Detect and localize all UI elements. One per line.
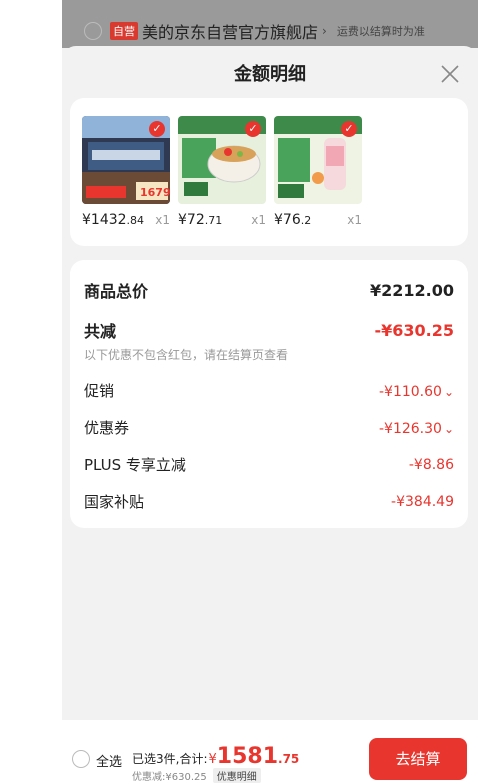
coupon-label: 优惠券 (84, 419, 130, 437)
coupon-value-wrap: -¥126.30 ⌄ (379, 418, 454, 437)
total-reduction-value: -¥630.25 (374, 320, 454, 340)
amount-detail-card: 商品总价 ¥2212.00 共减 -¥630.25 以下优惠不包含红包，请在结算… (70, 260, 468, 528)
background-store-row: 自营 美的京东自营官方旗舰店 › 运费以结算时为准 (62, 14, 478, 48)
total-reduction-row: 共减 -¥630.25 (84, 318, 454, 342)
product-qty: x1 (155, 213, 170, 227)
selected-check-icon: ✓ (245, 121, 261, 137)
close-icon[interactable] (440, 64, 460, 84)
total-line: 已选3件,合计: ¥ 1581 .75 (132, 744, 299, 769)
goods-total-label: 商品总价 (84, 282, 149, 301)
plus-row: PLUS 专享立减 -¥8.86 (84, 454, 454, 475)
total-decimal: .75 (278, 752, 300, 766)
discount-line: 优惠减:¥630.25 优惠明细 (132, 768, 261, 783)
store-name: 美的京东自营官方旗舰店 (142, 23, 319, 42)
phone-screen: 自营 美的京东自营官方旗舰店 › 运费以结算时为准 金额明细 1679 ✓ ¥1… (62, 0, 478, 784)
plus-value: -¥8.86 (408, 456, 454, 473)
goods-total-value: ¥2212.00 (369, 280, 454, 300)
store-select-radio (84, 22, 102, 40)
product-item[interactable]: 1679 ✓ ¥1432.84 x1 (82, 116, 170, 228)
checkout-bar: 全选 已选3件,合计: ¥ 1581 .75 优惠减:¥630.25 优惠明细 … (62, 720, 478, 784)
juicer-cup-product-image: ✓ (274, 116, 362, 204)
promo-row[interactable]: 促销 -¥110.60 ⌄ (84, 380, 454, 401)
goods-total-row: 商品总价 ¥2212.00 (84, 278, 454, 302)
svg-text:1679: 1679 (140, 186, 170, 199)
products-card: 1679 ✓ ¥1432.84 x1 ✓ ¥72.71 x1 ✓ ¥76.2 x… (70, 98, 468, 246)
coupon-row[interactable]: 优惠券 -¥126.30 ⌄ (84, 417, 454, 438)
product-qty: x1 (251, 213, 266, 227)
plus-label: PLUS 专享立减 (84, 456, 186, 474)
total-currency: ¥ (208, 752, 217, 767)
subsidy-row: 国家补贴 -¥384.49 (84, 491, 454, 512)
select-all-radio[interactable] (72, 750, 90, 768)
chevron-down-icon: ⌄ (443, 385, 454, 399)
total-integer: 1581 (216, 744, 279, 769)
discount-detail-button[interactable]: 优惠明细 (212, 768, 261, 783)
total-reduction-label: 共减 (84, 322, 117, 341)
selected-check-icon: ✓ (149, 121, 165, 137)
promo-value-wrap: -¥110.60 ⌄ (379, 381, 454, 400)
product-price: ¥1432.84 (82, 212, 145, 228)
store-arrow-icon: › (322, 24, 327, 38)
subsidy-label: 国家补贴 (84, 493, 145, 511)
promo-value: -¥110.60 (378, 384, 442, 400)
electric-cooker-product-image: ✓ (178, 116, 266, 204)
range-hood-product-image: 1679 ✓ (82, 116, 170, 204)
redpacket-note: 以下优惠不包含红包，请在结算页查看 (84, 348, 289, 362)
chevron-down-icon: ⌄ (443, 422, 454, 436)
product-item[interactable]: ✓ ¥76.2 x1 (274, 116, 362, 228)
subsidy-value: -¥384.49 (391, 493, 454, 510)
coupon-value: -¥126.30 (378, 421, 442, 437)
product-price: ¥72.71 (178, 212, 223, 228)
selected-check-icon: ✓ (341, 121, 357, 137)
checkout-button[interactable]: 去结算 (369, 738, 467, 780)
product-item[interactable]: ✓ ¥72.71 x1 (178, 116, 266, 228)
amount-detail-sheet: 金额明细 1679 ✓ ¥1432.84 x1 ✓ ¥72.71 x1 ✓ ¥7… (62, 46, 478, 784)
self-operated-tag: 自营 (110, 22, 138, 40)
shipping-note: 运费以结算时为准 (336, 25, 425, 38)
selected-count-text: 已选3件,合计: (132, 752, 208, 766)
product-price: ¥76.2 (274, 212, 312, 228)
select-all-label[interactable]: 全选 (96, 751, 122, 770)
product-qty: x1 (347, 213, 362, 227)
sheet-title: 金额明细 (234, 64, 306, 85)
discount-text: 优惠减:¥630.25 (132, 772, 207, 783)
promo-label: 促销 (84, 382, 115, 400)
